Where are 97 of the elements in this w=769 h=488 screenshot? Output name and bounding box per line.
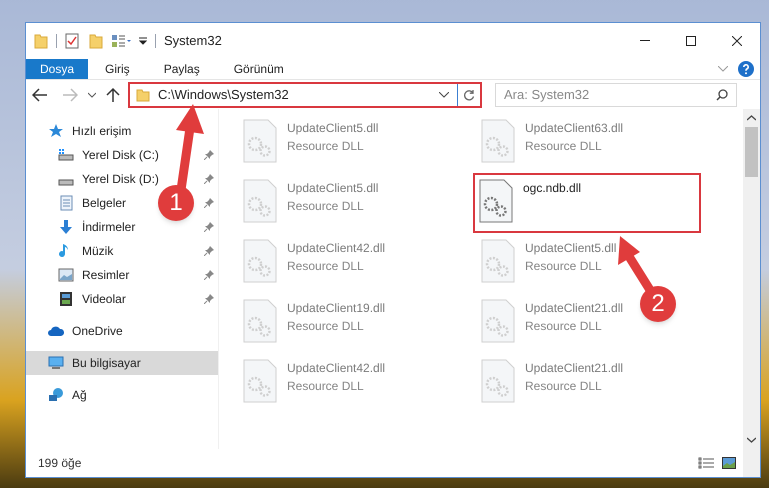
file-type: Resource DLL bbox=[525, 258, 603, 275]
document-icon bbox=[58, 195, 74, 211]
pin-icon[interactable] bbox=[204, 174, 214, 184]
file-type: Resource DLL bbox=[287, 318, 365, 335]
file-item[interactable]: UpdateClient5.dll Resource DLL bbox=[237, 173, 382, 233]
pin-icon[interactable] bbox=[204, 198, 214, 208]
recent-locations-icon[interactable] bbox=[88, 92, 96, 98]
file-item[interactable]: UpdateClient5.dll Resource DLL bbox=[475, 233, 620, 293]
minimize-icon bbox=[640, 40, 650, 42]
file-type: Resource DLL bbox=[287, 198, 365, 215]
picture-icon bbox=[58, 267, 74, 283]
view-dropdown-icon[interactable] bbox=[111, 34, 133, 48]
pin-icon[interactable] bbox=[204, 150, 214, 160]
scroll-down-icon[interactable] bbox=[747, 437, 756, 443]
status-item-count: 199 öğe bbox=[38, 455, 82, 472]
network-icon bbox=[48, 387, 64, 403]
file-item[interactable]: UpdateClient42.dll Resource DLL bbox=[237, 233, 390, 293]
search-field[interactable]: Ara: System32 bbox=[495, 82, 737, 106]
file-name: UpdateClient42.dll bbox=[287, 240, 386, 257]
file-type: Resource DLL bbox=[525, 318, 603, 335]
back-arrow-icon[interactable] bbox=[32, 88, 48, 102]
file-gears-icon bbox=[481, 299, 515, 343]
file-name: UpdateClient21.dll bbox=[525, 300, 624, 317]
file-gears-icon bbox=[479, 179, 513, 223]
ribbon-tab[interactable]: Görünüm bbox=[216, 59, 301, 79]
star-icon bbox=[48, 123, 64, 139]
file-name: UpdateClient21.dll bbox=[525, 360, 624, 377]
file-name: ogc.ndb.dll bbox=[523, 180, 582, 197]
file-item[interactable]: UpdateClient21.dll Resource DLL bbox=[475, 353, 628, 413]
file-name: UpdateClient5.dll bbox=[287, 120, 378, 137]
download-arrow-icon bbox=[58, 219, 74, 235]
file-item[interactable]: UpdateClient63.dll Resource DLL bbox=[475, 113, 628, 173]
dropdown-caret-icon[interactable] bbox=[439, 92, 449, 98]
nav-item[interactable]: Hızlı erişim bbox=[72, 122, 132, 140]
file-type: Resource DLL bbox=[287, 138, 365, 155]
nav-item[interactable]: Yerel Disk (C:) bbox=[82, 146, 159, 164]
pin-icon[interactable] bbox=[204, 270, 214, 280]
file-item[interactable]: UpdateClient21.dll Resource DLL bbox=[475, 293, 628, 353]
nav-item[interactable]: Ağ bbox=[72, 386, 87, 404]
scrollbar-thumb[interactable] bbox=[745, 127, 758, 177]
customize-toolbar-icon[interactable] bbox=[139, 37, 147, 45]
file-item[interactable]: UpdateClient5.dll Resource DLL bbox=[237, 113, 382, 173]
film-icon bbox=[58, 291, 74, 307]
file-gears-icon bbox=[243, 359, 277, 403]
details-view-icon[interactable] bbox=[698, 457, 714, 469]
file-item[interactable]: UpdateClient19.dll Resource DLL bbox=[237, 293, 390, 353]
nav-item[interactable]: Yerel Disk (D:) bbox=[82, 170, 159, 188]
pin-icon[interactable] bbox=[204, 246, 214, 256]
file-item[interactable]: ogc.ndb.dll bbox=[473, 173, 701, 233]
file-gears-icon bbox=[481, 239, 515, 283]
folder-icon bbox=[136, 88, 150, 102]
help-icon[interactable] bbox=[738, 61, 754, 77]
file-type: Resource DLL bbox=[525, 138, 603, 155]
file-name: UpdateClient5.dll bbox=[287, 180, 378, 197]
close-icon bbox=[732, 36, 742, 46]
file-gears-icon bbox=[481, 359, 515, 403]
search-input[interactable]: Ara: System32 bbox=[504, 84, 716, 104]
nav-item[interactable]: OneDrive bbox=[72, 322, 123, 340]
file-name: UpdateClient5.dll bbox=[525, 240, 616, 257]
file-gears-icon bbox=[481, 119, 515, 163]
refresh-icon[interactable] bbox=[463, 88, 475, 100]
properties-icon[interactable] bbox=[65, 33, 79, 49]
file-name: UpdateClient63.dll bbox=[525, 120, 624, 137]
vertical-scrollbar[interactable] bbox=[743, 109, 760, 477]
file-gears-icon bbox=[243, 179, 277, 223]
address-path: C:\Windows\System32 bbox=[158, 86, 289, 104]
ribbon-tab[interactable]: Paylaş bbox=[146, 59, 217, 79]
expand-ribbon-icon[interactable] bbox=[718, 66, 728, 72]
file-gears-icon bbox=[243, 119, 277, 163]
search-icon bbox=[716, 88, 728, 100]
address-bar[interactable]: C:\Windows\System32 bbox=[128, 82, 482, 108]
nav-item[interactable]: Müzik bbox=[82, 242, 114, 260]
file-item[interactable]: UpdateClient42.dll Resource DLL bbox=[237, 353, 390, 413]
drive-icon bbox=[58, 178, 74, 186]
drive-icon bbox=[58, 147, 74, 163]
scroll-up-icon[interactable] bbox=[747, 115, 756, 121]
file-gears-icon bbox=[243, 239, 277, 283]
maximize-icon bbox=[686, 36, 696, 46]
file-name: UpdateClient19.dll bbox=[287, 300, 386, 317]
pin-icon[interactable] bbox=[204, 222, 214, 232]
nav-item[interactable]: Belgeler bbox=[82, 194, 126, 212]
pin-icon[interactable] bbox=[204, 294, 214, 304]
file-type: Resource DLL bbox=[287, 258, 365, 275]
ribbon-tab[interactable]: Giriş bbox=[88, 59, 147, 79]
computer-icon bbox=[48, 355, 64, 371]
large-icons-view-icon[interactable] bbox=[722, 457, 736, 469]
file-type: Resource DLL bbox=[287, 378, 365, 395]
ribbon-tab[interactable]: Dosya bbox=[26, 59, 88, 79]
file-gears-icon bbox=[243, 299, 277, 343]
file-type: Resource DLL bbox=[525, 378, 603, 395]
file-name: UpdateClient42.dll bbox=[287, 360, 386, 377]
window-title: System32 bbox=[164, 32, 222, 50]
up-arrow-icon[interactable] bbox=[106, 86, 120, 102]
nav-item[interactable]: Resimler bbox=[82, 266, 130, 284]
nav-item[interactable]: Bu bilgisayar bbox=[26, 351, 218, 375]
nav-item[interactable]: Videolar bbox=[82, 290, 126, 308]
nav-item[interactable]: İndirmeler bbox=[82, 218, 136, 236]
